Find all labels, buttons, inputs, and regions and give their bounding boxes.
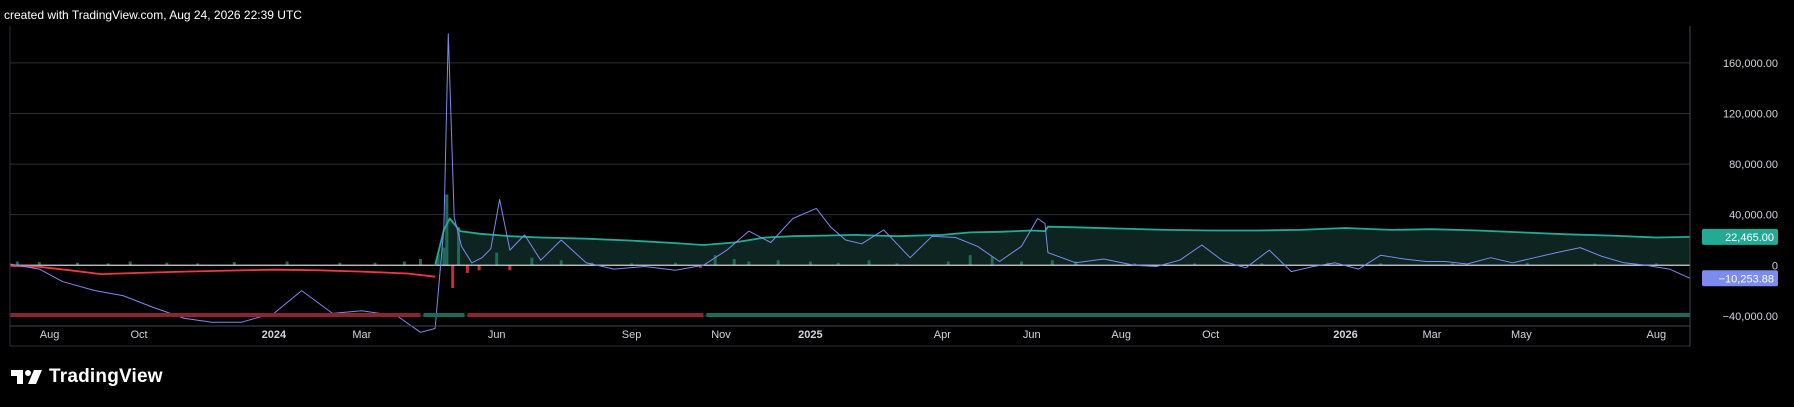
y-tick-label: 40,000.00: [1729, 210, 1778, 222]
volume-bar: [442, 247, 446, 266]
strip-segment-1: [423, 313, 465, 317]
volume-bar: [867, 260, 871, 266]
y-tick-label: −40,000.00: [1723, 311, 1778, 323]
volume-bar: [559, 260, 563, 266]
x-tick-label: Mar: [1423, 329, 1442, 341]
y-tick-label: 120,000.00: [1723, 108, 1778, 120]
x-tick-label: Mar: [352, 329, 371, 341]
x-tick-label: Aug: [40, 329, 60, 341]
y-tick-label: 160,000.00: [1723, 58, 1778, 70]
volume-bar: [451, 265, 455, 289]
x-tick-label: Jun: [488, 329, 506, 341]
x-tick-label: 2024: [262, 329, 287, 341]
blue-line-series: [9, 33, 1691, 333]
green-last-value-text: 22,465.00: [1725, 232, 1774, 244]
red-line-series: [9, 265, 436, 278]
volume-bar: [465, 265, 469, 273]
x-tick-label: Nov: [711, 329, 731, 341]
volume-bar: [495, 252, 499, 266]
x-tick-label: Apr: [934, 329, 951, 341]
volume-bar: [530, 257, 534, 266]
strip-segment-2: [467, 313, 704, 317]
strip-segment-0: [10, 313, 421, 317]
volume-bar: [508, 265, 512, 271]
segment-strip: [10, 313, 1690, 317]
grid-lines: [10, 62, 1690, 317]
x-tick-label: Aug: [1646, 329, 1666, 341]
x-tick-label: May: [1511, 329, 1532, 341]
x-tick-label: Aug: [1111, 329, 1131, 341]
x-tick-label: 2026: [1333, 329, 1357, 341]
x-tick-label: Sep: [622, 329, 642, 341]
volume-bar: [477, 265, 481, 271]
y-tick-label: 80,000.00: [1729, 159, 1778, 171]
volume-bar: [732, 258, 736, 266]
volume-bar: [445, 194, 449, 266]
strip-segment-3: [706, 313, 1690, 317]
axes: [9, 26, 1691, 347]
last-value-badges: 22,465.00 −10,253.88: [1702, 228, 1778, 287]
series-lines: [9, 33, 1691, 333]
x-tick-label: Oct: [1202, 329, 1219, 341]
x-tick-label: 2025: [798, 329, 822, 341]
brand-name: TradingView: [49, 366, 163, 387]
tradingview-logo-icon: [11, 370, 42, 384]
tradingview-brand[interactable]: TradingView: [11, 366, 163, 388]
volume-bar: [418, 258, 422, 266]
volume-bar: [776, 260, 780, 266]
x-tick-label: Oct: [130, 329, 147, 341]
blue-last-value-text: −10,253.88: [1719, 273, 1774, 285]
volume-bar: [1050, 260, 1054, 266]
x-tick-label: Jun: [1023, 329, 1041, 341]
chart-canvas[interactable]: 160,000.00120,000.0080,000.0040,000.000−…: [0, 0, 1794, 407]
x-axis-ticks: Aug Oct 2024 Mar Jun Sep Nov 2025 Apr Jun Aug Oct 20…: [40, 329, 1666, 341]
volume-bar: [968, 255, 972, 266]
